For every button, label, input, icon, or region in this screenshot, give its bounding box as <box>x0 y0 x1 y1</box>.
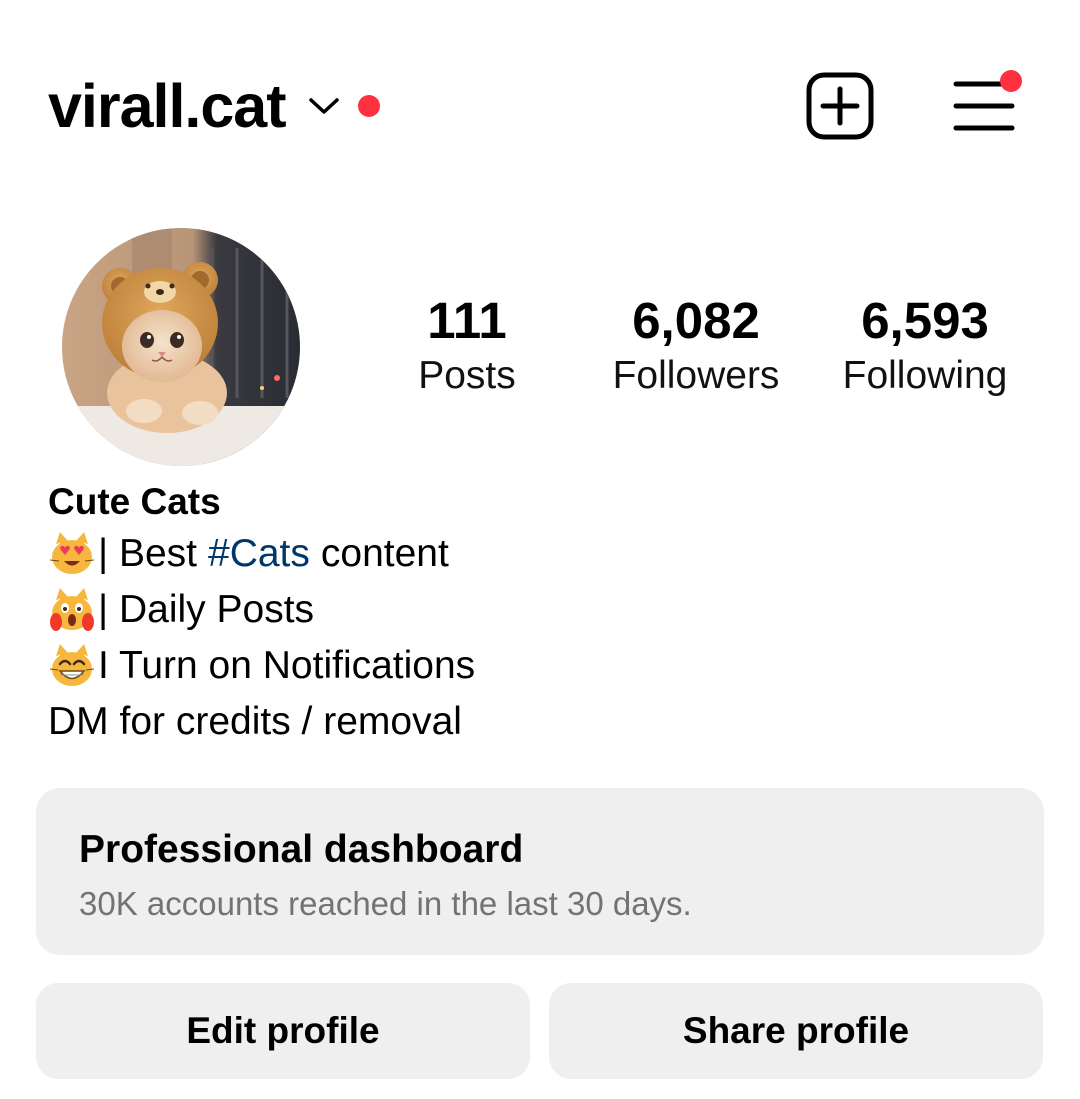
professional-dashboard-card[interactable]: Professional dashboard 30K accounts reac… <box>36 788 1044 955</box>
dashboard-title: Professional dashboard <box>79 828 524 871</box>
stat-followers[interactable]: 6,082 Followers <box>586 292 806 400</box>
following-label: Following <box>842 354 1008 397</box>
new-post-icon <box>806 72 874 140</box>
bio-line: | Best #Cats content <box>48 526 1028 582</box>
bio-line: I Turn on Notifications <box>48 638 1028 694</box>
followers-count: 6,082 <box>632 292 760 349</box>
smiling-cat-heart-eyes-emoji <box>48 530 96 578</box>
following-count: 6,593 <box>861 292 989 349</box>
username[interactable]: virall.cat <box>48 75 287 137</box>
display-name: Cute Cats <box>48 481 221 522</box>
stat-posts[interactable]: 111 Posts <box>357 292 577 400</box>
new-post-button[interactable] <box>806 72 874 140</box>
grinning-cat-emoji <box>48 642 96 690</box>
menu-button[interactable] <box>948 66 1028 138</box>
hashtag-link[interactable]: #Cats <box>208 526 310 582</box>
posts-count: 111 <box>427 292 507 349</box>
chevron-down-icon[interactable] <box>306 88 342 124</box>
notification-dot <box>357 95 380 117</box>
profile-avatar[interactable] <box>62 228 300 466</box>
bio-text: | Best <box>98 532 198 575</box>
followers-label: Followers <box>612 354 780 397</box>
stat-following[interactable]: 6,593 Following <box>815 292 1035 400</box>
profile-bio: Cute Cats | Best #Cats content | Daily P… <box>48 478 1028 750</box>
weary-cat-emoji <box>48 586 96 634</box>
share-profile-button[interactable]: Share profile <box>549 983 1043 1079</box>
bio-line: | Daily Posts <box>48 582 1028 638</box>
edit-profile-button[interactable]: Edit profile <box>36 983 530 1079</box>
bio-text: content <box>320 532 449 575</box>
posts-label: Posts <box>418 354 516 397</box>
dashboard-subtitle: 30K accounts reached in the last 30 days… <box>79 885 692 922</box>
menu-notification-dot <box>1000 70 1022 92</box>
profile-header: virall.cat <box>48 66 380 146</box>
bio-line: DM for credits / removal <box>48 700 462 743</box>
bio-text: | Daily Posts <box>98 588 315 631</box>
bio-text: I Turn on Notifications <box>98 644 476 687</box>
